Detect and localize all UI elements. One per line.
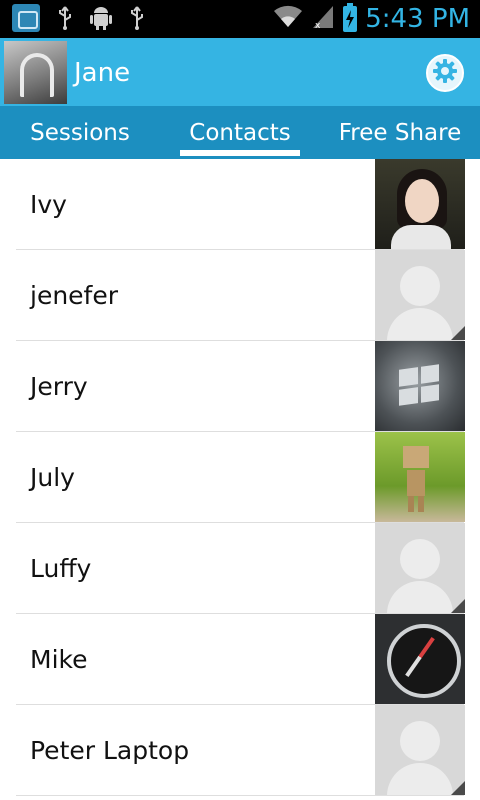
- list-item[interactable]: Peter Laptop: [0, 705, 480, 796]
- list-item[interactable]: Luffy: [0, 523, 480, 614]
- default-avatar-icon: [375, 705, 465, 795]
- android-debug-icon: [90, 4, 112, 32]
- clock: 5:43 PM: [365, 4, 470, 34]
- usb-icon: [54, 4, 76, 32]
- contact-name: Jerry: [30, 372, 88, 401]
- list-item[interactable]: jenefer: [0, 250, 480, 341]
- contact-photo: [375, 432, 465, 522]
- contact-photo: [375, 341, 465, 431]
- list-item[interactable]: Jerry: [0, 341, 480, 432]
- system-icons: x 5:43 PM: [273, 0, 470, 38]
- notification-icons: [12, 4, 148, 32]
- contact-name: Luffy: [30, 554, 92, 583]
- gear-icon: [432, 58, 458, 88]
- contact-name: Peter Laptop: [30, 736, 190, 765]
- contact-list[interactable]: Ivy jenefer Jerry July Luffy Mike Peter …: [0, 159, 480, 800]
- contact-name: July: [30, 463, 75, 492]
- list-item[interactable]: Mike: [0, 614, 480, 705]
- list-item[interactable]: July: [0, 432, 480, 523]
- status-bar: x 5:43 PM: [0, 0, 480, 38]
- signal-icon: x: [311, 4, 335, 34]
- tab-sessions[interactable]: Sessions: [0, 106, 160, 159]
- contact-photo: [375, 159, 465, 249]
- selected-tab-indicator: [180, 150, 300, 156]
- list-item[interactable]: Ivy: [0, 159, 480, 250]
- default-avatar-icon: [375, 523, 465, 613]
- app-notification-icon: [12, 4, 40, 32]
- divider: [16, 795, 464, 796]
- contact-name: jenefer: [30, 281, 119, 310]
- contact-name: Ivy: [30, 190, 67, 219]
- wifi-icon: [273, 5, 303, 33]
- settings-button[interactable]: [426, 54, 464, 92]
- tab-bar: Sessions Contacts Free Share: [0, 106, 480, 159]
- avatar[interactable]: [4, 41, 67, 104]
- default-avatar-icon: [375, 250, 465, 340]
- battery-charging-icon: [343, 3, 358, 32]
- profile-name: Jane: [74, 58, 131, 88]
- usb-icon: [126, 4, 148, 32]
- tab-free-share[interactable]: Free Share: [320, 106, 480, 159]
- contact-photo: [375, 614, 465, 704]
- contact-name: Mike: [30, 645, 88, 674]
- profile-header: Jane: [0, 38, 480, 106]
- svg-text:x: x: [315, 21, 321, 30]
